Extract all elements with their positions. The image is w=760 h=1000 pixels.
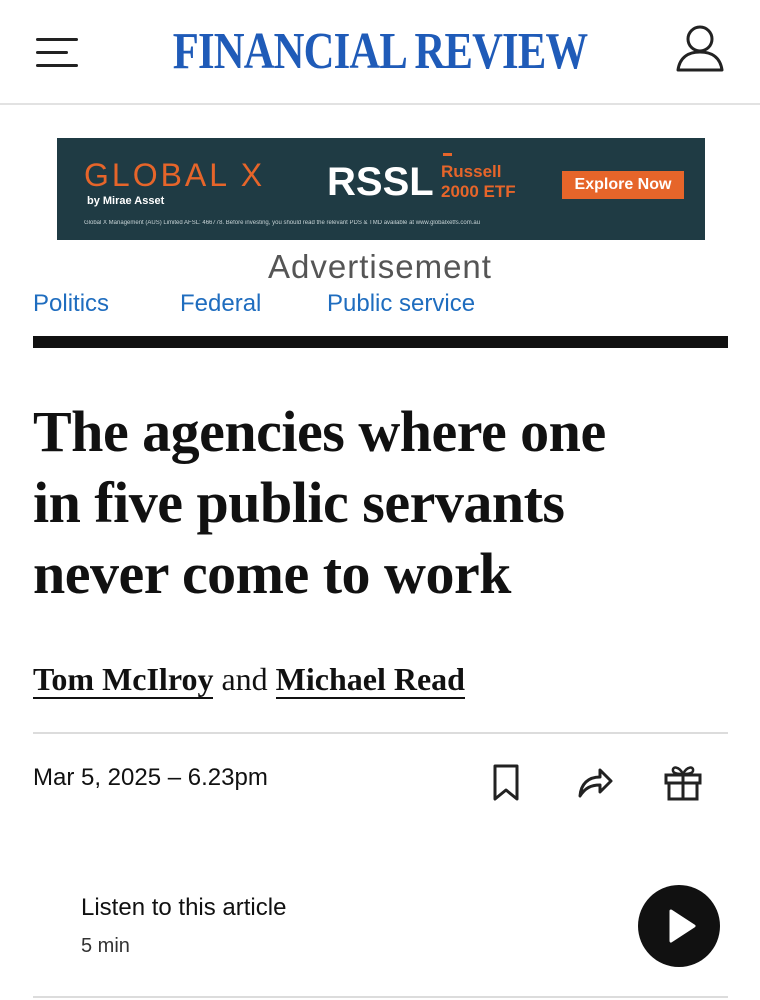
ad-product-line2: 2000 ETF [441,182,516,201]
byline-divider [33,732,728,734]
headline-line: never come to work [33,541,511,606]
listen-title: Listen to this article [81,894,287,921]
advertisement-banner[interactable]: GLOBAL X by Mirae Asset RSSL Russell 200… [57,138,705,240]
site-header: FINANCIAL REVIEW [0,0,760,105]
ad-product-line1: Russell [441,162,502,181]
breadcrumb-public-service[interactable]: Public service [327,289,475,319]
audio-divider [33,996,728,998]
article-headline: The agencies where one in five public se… [33,396,723,609]
ad-ticker: RSSL [327,160,434,204]
section-divider [33,336,728,348]
ad-brand-byline: by Mirae Asset [87,195,165,207]
byline-joiner: and [221,661,268,697]
advertisement-label: Advertisement [268,248,492,285]
bookmark-icon[interactable] [484,760,528,804]
play-icon [669,909,696,943]
gift-icon[interactable] [661,760,705,804]
breadcrumb-federal[interactable]: Federal [180,289,261,319]
user-account-icon[interactable] [672,22,728,76]
ad-brand: GLOBAL X [84,157,266,193]
author-link[interactable]: Tom McIlroy [33,661,214,699]
headline-line: in five public servants [33,470,565,535]
listen-duration: 5 min [81,935,130,957]
ad-disclaimer: Global X Management (AUS) Limited AFSL: … [84,220,481,226]
play-button[interactable] [638,885,720,967]
publish-date: Mar 5, 2025 – 6.23pm [33,764,268,791]
ad-product-accent [443,153,452,156]
breadcrumb-politics[interactable]: Politics [33,289,109,319]
ad-product: Russell 2000 ETF [441,162,551,202]
author-link[interactable]: Michael Read [275,661,465,699]
ad-explore-button[interactable]: Explore Now [562,171,684,199]
share-icon[interactable] [572,760,616,804]
masthead-logo[interactable]: FINANCIAL REVIEW [68,24,691,80]
byline: Tom McIlroy and Michael Read [33,657,465,701]
headline-line: The agencies where one [33,399,606,464]
